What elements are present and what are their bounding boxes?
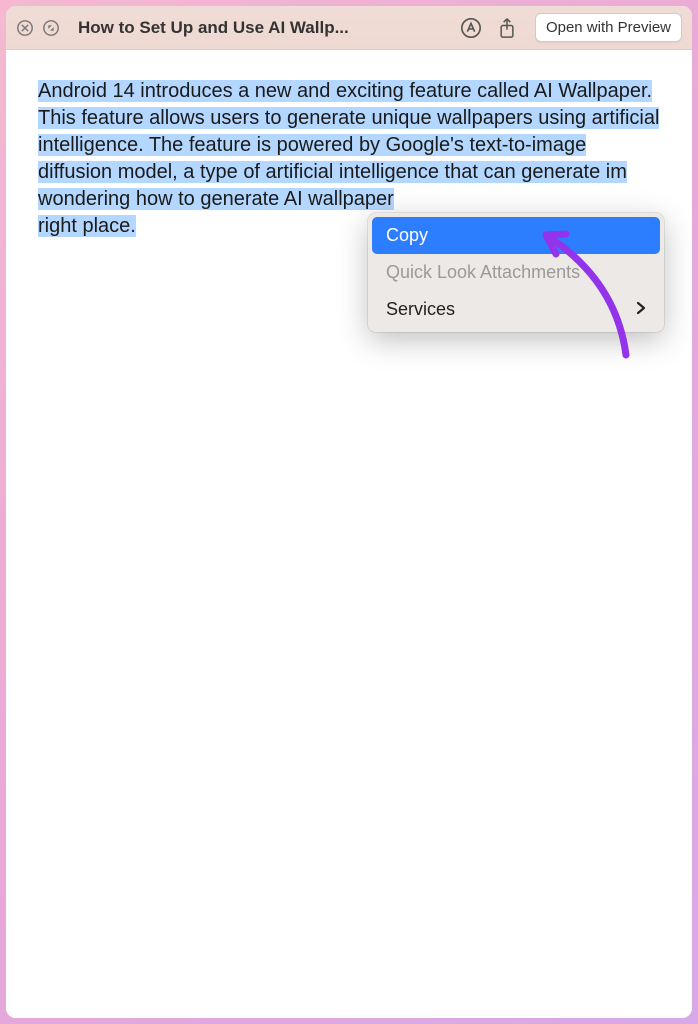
menu-item-services[interactable]: Services [372,291,660,328]
menu-item-quick-look-attachments: Quick Look Attachments [372,254,660,291]
selected-text: Android 14 introduces a new and exciting… [38,80,659,183]
chevron-right-icon [636,301,646,318]
menu-label: Copy [386,225,428,246]
titlebar: How to Set Up and Use AI Wallp... Open w… [6,6,692,50]
selected-text-3: right place. [38,215,136,237]
selected-text-2: wondering how to generate AI wallpaper [38,188,394,210]
menu-label: Quick Look Attachments [386,262,580,283]
window-title: How to Set Up and Use AI Wallp... [78,18,349,38]
open-with-preview-button[interactable]: Open with Preview [535,13,682,42]
menu-item-copy[interactable]: Copy [372,217,660,254]
quicklook-window: How to Set Up and Use AI Wallp... Open w… [6,6,692,1018]
markup-icon[interactable] [457,14,485,42]
context-menu: Copy Quick Look Attachments Services [368,213,664,332]
close-icon[interactable] [16,19,34,37]
window-controls [16,19,60,37]
document-content: Android 14 introduces a new and exciting… [6,50,692,1018]
share-icon[interactable] [493,14,521,42]
fullscreen-icon[interactable] [42,19,60,37]
menu-label: Services [386,299,455,320]
